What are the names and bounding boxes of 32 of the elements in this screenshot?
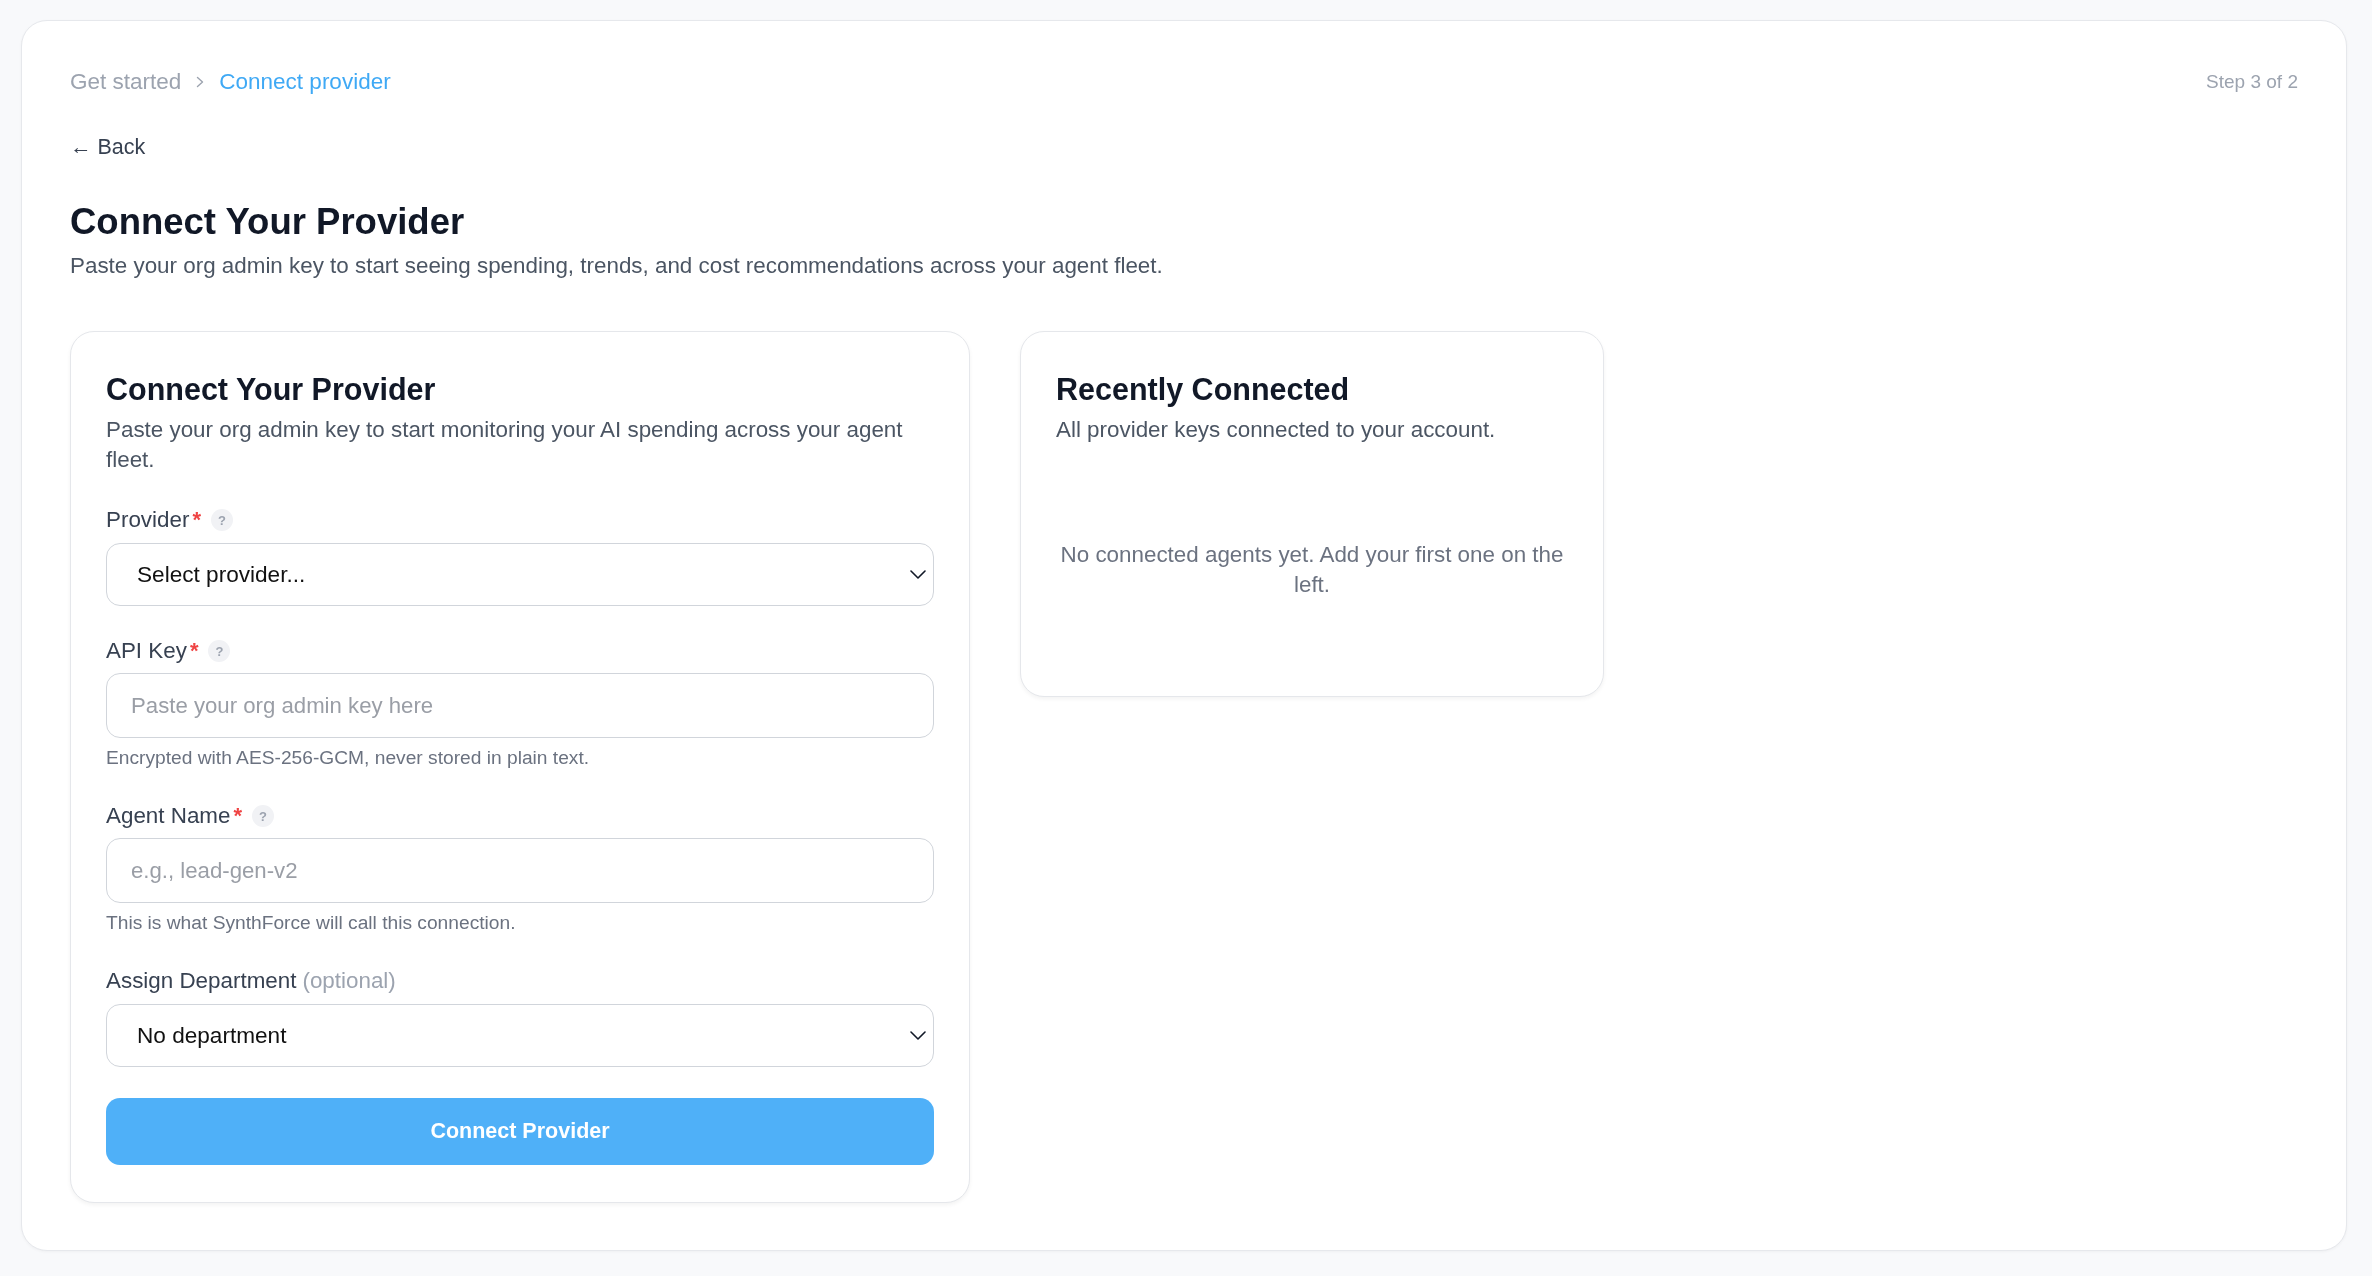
chevron-right-icon — [196, 76, 205, 88]
dropdown-field[interactable]: No department — [106, 1004, 934, 1067]
input-field[interactable]: e.g., lead-gen-v2 — [106, 838, 934, 903]
card-title: Connect Your Provider — [106, 371, 437, 408]
help-icon[interactable]: ? — [252, 805, 275, 827]
input-field[interactable]: Paste your org admin key here — [106, 673, 934, 738]
empty-message: No connected agents yet. Add your first one on the left. — [1059, 541, 1565, 599]
field-label: API Key — [106, 637, 187, 665]
page-title: Connect Your Provider — [70, 200, 465, 244]
back-link[interactable]: ← Back — [70, 132, 146, 162]
breadcrumb-link[interactable]: Get started — [70, 67, 182, 97]
optional-note: (optional) — [302, 967, 396, 995]
required-mark: * — [192, 506, 201, 534]
page-subtitle: Paste your org admin key to start seeing spending, trends, and cost recommendations across your agent fleet. — [70, 252, 1163, 280]
chevron-down-icon — [910, 570, 926, 579]
dropdown-field[interactable]: Select provider... — [106, 543, 934, 606]
card-title: Recently Connected — [1056, 371, 1351, 408]
help-icon[interactable]: ? — [208, 640, 231, 662]
field-hint: This is what SynthForce will call this connection. — [106, 911, 517, 935]
field-hint: Encrypted with AES-256-GCM, never stored in plain text. — [106, 746, 591, 770]
required-mark: * — [189, 637, 199, 665]
field-label: Agent Name — [106, 802, 231, 830]
step-counter: Step 3 of 2 — [2206, 70, 2298, 94]
connect-button[interactable]: Connect Provider — [106, 1098, 934, 1165]
help-icon[interactable]: ? — [210, 509, 233, 531]
required-mark: * — [233, 802, 243, 830]
field-label: Assign Department — [106, 967, 297, 995]
card-description: Paste your org admin key to start monitoring your AI spending across your agent fleet. — [106, 416, 904, 474]
breadcrumb-link[interactable]: Connect provider — [219, 67, 391, 97]
field-label: Provider — [106, 506, 190, 534]
chevron-down-icon — [910, 1031, 926, 1040]
card-description: All provider keys connected to your account. — [1056, 416, 1497, 444]
